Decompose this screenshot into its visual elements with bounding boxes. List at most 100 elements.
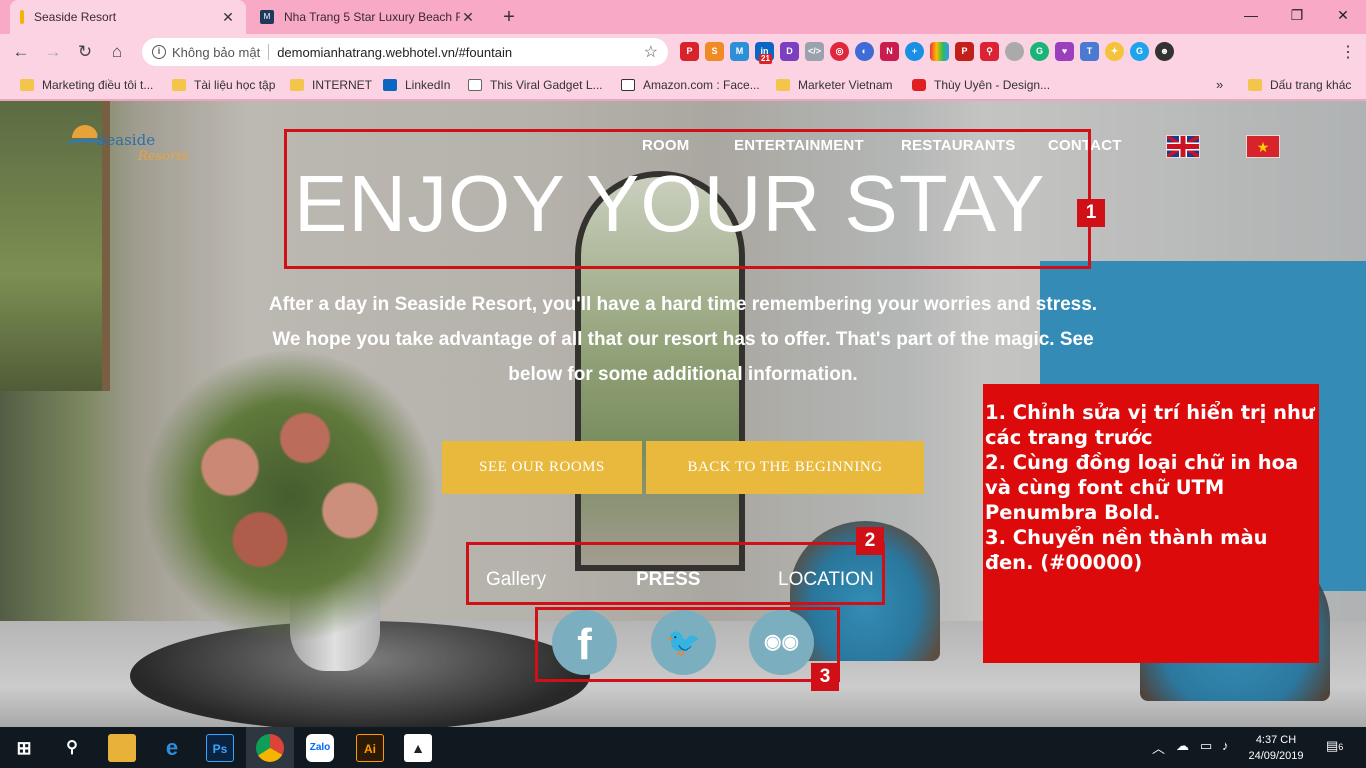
grey-extension-icon[interactable] — [1005, 42, 1024, 61]
annotation-tag-2: 2 — [856, 527, 884, 555]
annotation-tag-3: 3 — [811, 663, 839, 691]
color-grid-icon[interactable] — [930, 42, 949, 61]
bookmark-item[interactable]: This Viral Gadget L... — [468, 77, 603, 93]
note-line: 2. Cùng đồng loại chữ in hoa và cùng fon… — [985, 451, 1299, 524]
logo-subtext: Resorts — [138, 149, 189, 164]
close-window-button[interactable]: ✕ — [1320, 0, 1366, 30]
g-extension-icon[interactable]: G — [1130, 42, 1149, 61]
folder-icon — [776, 79, 790, 91]
notification-icon[interactable]: ▤6 — [1326, 738, 1343, 754]
clock-time: 4:37 CH — [1255, 734, 1297, 746]
page-icon — [468, 79, 482, 91]
chevron-up-icon[interactable]: ︿ — [1152, 738, 1165, 757]
search-icon[interactable]: ⚲ — [58, 734, 86, 762]
code-icon[interactable]: </> — [805, 42, 824, 61]
heart-icon[interactable]: ♥ — [1055, 42, 1074, 61]
annotation-box-3 — [535, 607, 840, 682]
bookmark-item[interactable]: Tài liệu học tập — [172, 77, 275, 93]
pdf-icon[interactable]: P — [955, 42, 974, 61]
see-our-rooms-button[interactable]: SEE OUR ROOMS — [442, 441, 642, 494]
cloud-icon[interactable]: ☁ — [1176, 738, 1189, 754]
battery-icon[interactable]: ▭ — [1200, 738, 1212, 754]
bookmark-item[interactable]: Marketer Vietnam — [776, 77, 892, 93]
tab-title: Nha Trang 5 Star Luxury Beach Re — [284, 10, 460, 24]
taskbar: ⊞ ⚲ e Ps Zalo Ai ▲ ︿ ☁ ▭ ♪ 4:37 CH 24/09… — [0, 727, 1366, 768]
windows-start-icon[interactable]: ⊞ — [10, 734, 38, 762]
close-icon[interactable]: ✕ — [460, 9, 476, 26]
folder-icon — [20, 79, 34, 91]
sun-icon — [72, 125, 98, 138]
intro-text: After a day in Seaside Resort, you'll ha… — [268, 294, 1098, 385]
file-explorer-icon[interactable] — [108, 734, 136, 762]
bookmark-item[interactable]: Marketing điều tôi t... — [20, 77, 153, 93]
other-bookmarks[interactable]: Dấu trang khác — [1248, 77, 1351, 93]
url-text[interactable]: demomianhatrang.webhotel.vn/#fountain — [277, 45, 643, 60]
bookmark-label: Dấu trang khác — [1270, 78, 1352, 92]
site-logo[interactable]: Seaside Resorts — [62, 121, 212, 181]
plus-icon[interactable]: + — [905, 42, 924, 61]
annotation-box-1 — [284, 129, 1091, 269]
bookmark-item[interactable]: Thùy Uyên - Design... — [912, 77, 1050, 93]
tab-seaside-resort[interactable]: Seaside Resort ✕ — [10, 0, 246, 34]
tab-title: Seaside Resort — [34, 10, 117, 24]
folder-icon — [172, 79, 186, 91]
new-tab-button[interactable]: + — [498, 6, 520, 28]
english-flag-icon[interactable] — [1166, 135, 1200, 158]
youtube-icon — [912, 79, 926, 91]
translate-icon[interactable]: T — [1080, 42, 1099, 61]
annotation-tag-1: 1 — [1077, 199, 1105, 227]
tab-nha-trang[interactable]: M Nha Trang 5 Star Luxury Beach Re ✕ — [250, 0, 486, 34]
globe-icon[interactable]: ◐ — [855, 42, 874, 61]
bookmarks-overflow-button[interactable]: » — [1216, 77, 1223, 92]
linkedin-extension-icon[interactable]: in 21 — [755, 42, 774, 64]
bookmark-label: Tài liệu học tập — [194, 78, 276, 92]
home-icon[interactable]: ⌂ — [106, 41, 128, 63]
hero-section: Seaside Resorts ROOM ENTERTAINMENT RESTA… — [0, 101, 1366, 727]
bookmark-star-icon[interactable]: ☆ — [644, 42, 658, 62]
bookmark-item[interactable]: LinkedIn — [383, 77, 450, 93]
reload-icon[interactable]: ↻ — [74, 41, 96, 63]
forward-icon[interactable]: → — [42, 41, 64, 63]
vietnam-flag-icon[interactable]: ★ — [1246, 135, 1280, 158]
close-icon[interactable]: ✕ — [220, 9, 236, 26]
illustrator-icon[interactable]: Ai — [356, 734, 384, 762]
photos-icon[interactable]: ▲ — [404, 734, 432, 762]
address-bar[interactable]: i Không bảo mật demomianhatrang.webhotel… — [142, 38, 668, 66]
avatar[interactable]: ☻ — [1155, 42, 1174, 61]
notification-badge: 21 — [759, 54, 772, 64]
volume-icon[interactable]: ♪ — [1222, 738, 1229, 753]
note-line: 1. Chỉnh sửa vị trí hiển trị như các tra… — [985, 401, 1315, 449]
zalo-icon[interactable]: Zalo — [306, 734, 334, 762]
link-icon[interactable]: ⚲ — [980, 42, 999, 61]
notification-count: 6 — [1338, 742, 1344, 752]
bulb-icon[interactable]: ✦ — [1105, 42, 1124, 61]
edge-icon[interactable]: e — [158, 734, 186, 762]
tab-strip: Seaside Resort ✕ M Nha Trang 5 Star Luxu… — [0, 0, 1366, 34]
bookmark-label: Marketing điều tôi t... — [42, 78, 154, 92]
bookmarks-bar: Marketing điều tôi t... Tài liệu học tập… — [0, 70, 1366, 100]
grammarly-icon[interactable]: G — [1030, 42, 1049, 61]
amazon-icon — [621, 79, 635, 91]
back-icon[interactable]: ← — [10, 41, 32, 63]
seo-icon[interactable]: S — [705, 42, 724, 61]
logo-text: Seaside — [96, 131, 156, 149]
maximize-button[interactable]: ❐ — [1274, 0, 1320, 30]
clock[interactable]: 4:37 CH 24/09/2019 — [1240, 732, 1312, 764]
pinterest-icon[interactable]: P — [680, 42, 699, 61]
chrome-icon[interactable] — [256, 734, 284, 762]
menu-icon[interactable]: ⋮ — [1340, 42, 1356, 62]
back-to-beginning-button[interactable]: BACK TO THE BEGINNING — [646, 441, 924, 494]
bookmark-item[interactable]: INTERNET — [290, 77, 372, 93]
tab-favicon — [20, 10, 24, 24]
m-extension-icon[interactable]: M — [730, 42, 749, 61]
bookmark-item[interactable]: Amazon.com : Face... — [621, 77, 760, 93]
photoshop-icon[interactable]: Ps — [206, 734, 234, 762]
target-icon[interactable]: ◎ — [830, 42, 849, 61]
tab-favicon: M — [260, 10, 274, 24]
d-extension-icon[interactable]: D — [780, 42, 799, 61]
n-extension-icon[interactable]: N — [880, 42, 899, 61]
info-icon[interactable]: i — [152, 45, 166, 59]
browser-toolbar: ← → ↻ ⌂ i Không bảo mật demomianhatrang.… — [0, 34, 1366, 70]
bookmark-label: Amazon.com : Face... — [643, 78, 760, 92]
minimize-button[interactable]: — — [1228, 0, 1274, 30]
